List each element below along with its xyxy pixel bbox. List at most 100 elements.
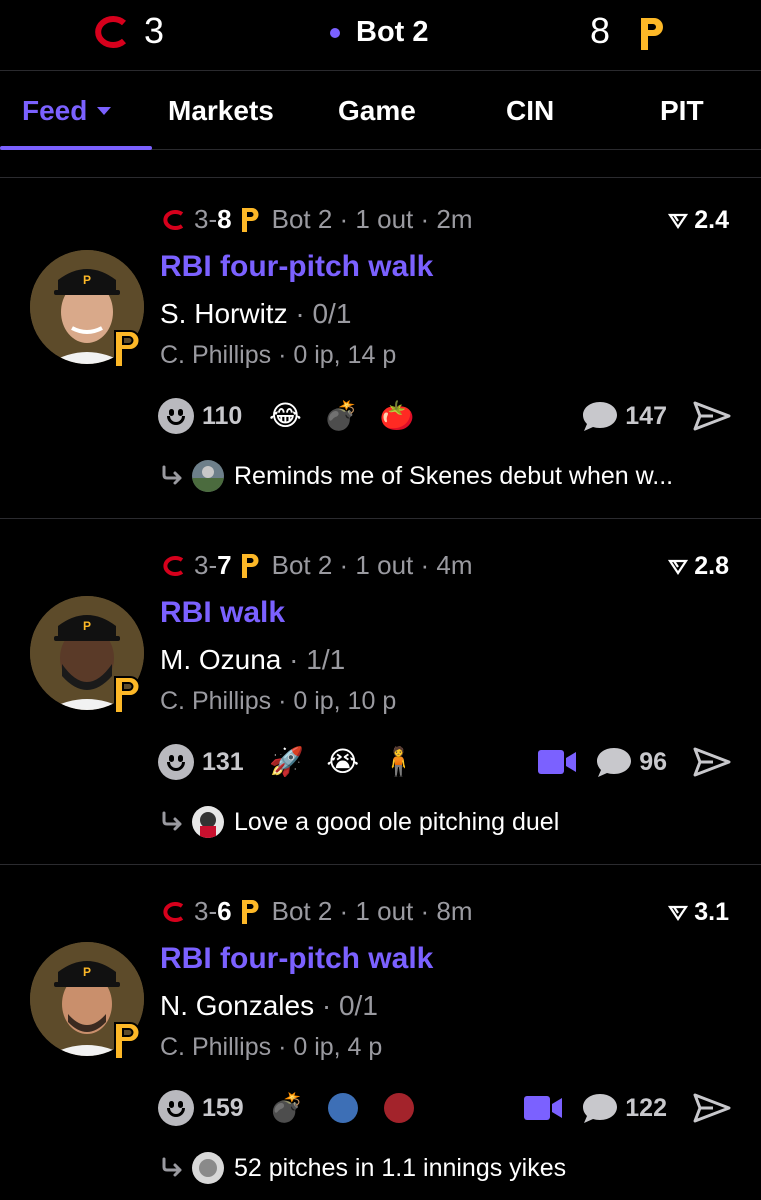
odds-label: 2.8: [694, 552, 729, 580]
reds-logo-icon: [95, 16, 127, 48]
play-title[interactable]: RBI four-pitch walk: [160, 250, 433, 284]
play-situation: Bot 2 · 1 out · 8m: [271, 896, 473, 926]
laughing-crying-emoji-icon[interactable]: 😂: [268, 399, 302, 433]
reds-logo-icon: [163, 555, 184, 576]
home-score: 8: [590, 10, 611, 51]
red-circle-emoji-icon[interactable]: [382, 1091, 416, 1125]
person-emoji-icon[interactable]: 🧍: [381, 745, 416, 779]
pirates-badge-icon: [114, 1022, 141, 1060]
odds-label: 3.1: [694, 898, 729, 926]
share-icon[interactable]: [693, 747, 731, 777]
score-line: 3-8: [194, 204, 232, 234]
reds-logo-icon: [163, 901, 184, 922]
odds-value[interactable]: 2.4: [668, 206, 729, 235]
play-situation: Bot 2 · 1 out · 2m: [271, 204, 473, 234]
live-indicator-dot: [330, 28, 340, 38]
svg-text:P: P: [83, 619, 91, 633]
reply-text: Love a good ole pitching duel: [234, 807, 560, 836]
actions-row: 147: [581, 396, 731, 436]
pitcher-line: C. Phillips · 0 ip, 14 p: [160, 341, 397, 369]
play-meta: 3-7 Bot 2 · 1 out · 4m: [160, 550, 472, 581]
feed-card[interactable]: 3-8 Bot 2 · 1 out · 2m 2.4 P RBI four-pi…: [0, 178, 761, 524]
bomb-emoji-icon[interactable]: 💣: [269, 1091, 304, 1125]
feed-card[interactable]: 3-6 Bot 2 · 1 out · 8m 3.1 P RBI four-pi…: [0, 870, 761, 1200]
comment-count: 147: [625, 401, 667, 430]
play-title[interactable]: RBI four-pitch walk: [160, 942, 433, 976]
pitcher-line: C. Phillips · 0 ip, 10 p: [160, 687, 397, 715]
tab-pit[interactable]: PIT: [660, 95, 704, 127]
score-line: 3-6: [194, 896, 232, 926]
play-situation: Bot 2 · 1 out · 4m: [271, 550, 473, 580]
video-camera-icon[interactable]: [523, 1094, 563, 1122]
comment-icon[interactable]: [595, 746, 633, 778]
tab-bar: Feed Markets Game CIN PIT: [0, 70, 761, 150]
odds-arrow-icon: [668, 905, 689, 921]
odds-value[interactable]: 3.1: [668, 898, 729, 927]
odds-arrow-icon: [668, 559, 689, 575]
top-reply[interactable]: 52 pitches in 1.1 innings yikes: [160, 1152, 566, 1184]
feed-card[interactable]: 3-7 Bot 2 · 1 out · 4m 2.8 P RBI walk M.…: [0, 524, 761, 870]
comment-count: 96: [639, 747, 667, 776]
actions-row: 96: [537, 742, 731, 782]
tab-feed[interactable]: Feed: [22, 95, 112, 127]
pirates-logo-icon: [241, 899, 259, 924]
play-title[interactable]: RBI walk: [160, 596, 285, 630]
rocket-emoji-icon[interactable]: 🚀: [269, 745, 304, 779]
svg-text:P: P: [83, 273, 91, 287]
batter-line: M. Ozuna · 1/1: [160, 644, 346, 675]
odds-arrow-icon: [668, 213, 689, 229]
reds-logo-icon: [163, 209, 184, 230]
tab-game[interactable]: Game: [338, 95, 416, 127]
top-reply[interactable]: Love a good ole pitching duel: [160, 806, 559, 838]
pirates-badge-icon: [114, 676, 141, 714]
reactions-row: 159 💣: [158, 1088, 438, 1128]
play-meta: 3-8 Bot 2 · 1 out · 2m: [160, 204, 472, 235]
reply-avatar[interactable]: [192, 806, 224, 838]
game-status: Bot 2: [356, 16, 429, 48]
comment-icon[interactable]: [581, 1092, 619, 1124]
chevron-down-icon: [97, 106, 112, 115]
odds-value[interactable]: 2.8: [668, 552, 729, 581]
top-reply[interactable]: Reminds me of Skenes debut when w...: [160, 460, 673, 492]
reply-arrow-icon: [162, 811, 182, 831]
blue-circle-emoji-icon[interactable]: [326, 1091, 360, 1125]
feed-divider: [0, 518, 761, 519]
reaction-count: 159: [202, 1093, 244, 1122]
pirates-logo-icon: [241, 553, 259, 578]
share-icon[interactable]: [693, 401, 731, 431]
away-score: 3: [144, 10, 165, 51]
reply-avatar[interactable]: [192, 1152, 224, 1184]
batter-name[interactable]: S. Horwitz: [160, 298, 288, 329]
tab-feed-label: Feed: [22, 95, 88, 126]
comment-icon[interactable]: [581, 400, 619, 432]
smiley-reaction-icon[interactable]: [158, 398, 194, 434]
batter-line: N. Gonzales · 0/1: [160, 990, 378, 1021]
reply-arrow-icon: [162, 465, 182, 485]
batter-line: S. Horwitz · 0/1: [160, 298, 352, 329]
video-camera-icon[interactable]: [537, 748, 577, 776]
score-line: 3-7: [194, 550, 232, 580]
reply-text: 52 pitches in 1.1 innings yikes: [234, 1153, 567, 1182]
crying-emoji-icon[interactable]: 😭: [326, 745, 360, 779]
share-icon[interactable]: [693, 1093, 731, 1123]
smiley-reaction-icon[interactable]: [158, 1090, 194, 1126]
batter-stat: 1/1: [306, 644, 346, 675]
reactions-row: 131 🚀 😭 🧍: [158, 742, 438, 782]
play-meta: 3-6 Bot 2 · 1 out · 8m: [160, 896, 472, 927]
tomato-emoji-icon[interactable]: 🍅: [380, 399, 415, 433]
tab-cin[interactable]: CIN: [506, 95, 554, 127]
bomb-emoji-icon[interactable]: 💣: [324, 399, 359, 433]
batter-stat: 0/1: [338, 990, 378, 1021]
smiley-reaction-icon[interactable]: [158, 744, 194, 780]
odds-label: 2.4: [694, 206, 729, 234]
reply-avatar[interactable]: [192, 460, 224, 492]
batter-name[interactable]: N. Gonzales: [160, 990, 314, 1021]
reaction-count: 131: [202, 747, 244, 776]
tab-markets[interactable]: Markets: [168, 95, 274, 127]
pirates-logo-icon: [241, 207, 259, 232]
svg-text:P: P: [83, 965, 91, 979]
pitcher-line: C. Phillips · 0 ip, 4 p: [160, 1033, 383, 1061]
batter-name[interactable]: M. Ozuna: [160, 644, 281, 675]
pirates-badge-icon: [114, 330, 141, 368]
comment-count: 122: [625, 1093, 667, 1122]
